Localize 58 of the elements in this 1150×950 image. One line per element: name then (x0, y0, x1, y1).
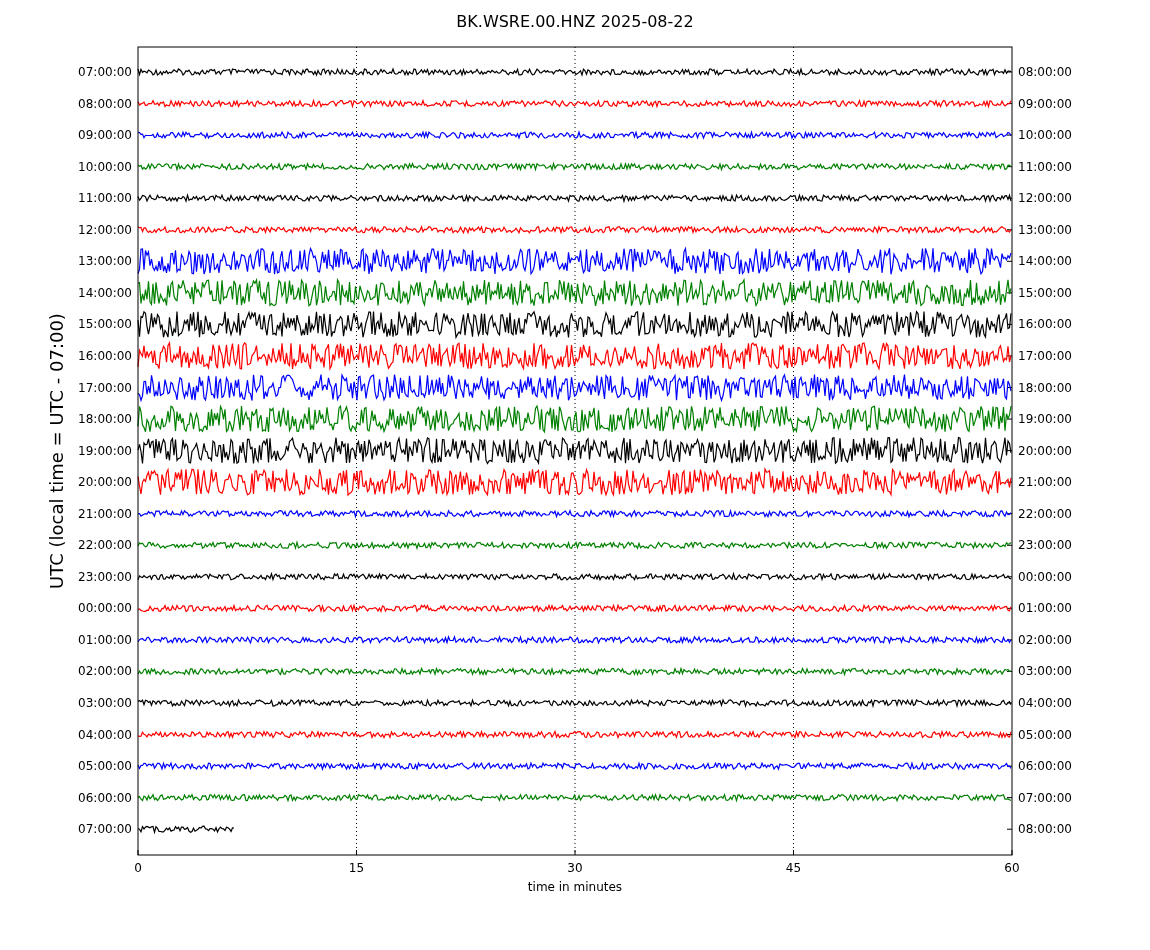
chart-title: BK.WSRE.00.HNZ 2025-08-22 (456, 12, 694, 31)
tick-label: 30 (567, 861, 583, 875)
tick-label: 11:00:00 (1018, 159, 1072, 174)
tick-label: 06:00:00 (78, 790, 132, 805)
tick-label: 15:00:00 (1018, 285, 1072, 300)
tick-label: 60 (1004, 861, 1020, 875)
tick-label: 09:00:00 (1018, 96, 1072, 111)
tick-label: 22:00:00 (78, 538, 132, 553)
tick-label: 20:00:00 (78, 475, 132, 490)
tick-label: 15:00:00 (78, 317, 132, 332)
tick-label: 02:00:00 (1018, 632, 1072, 647)
tick-label: 16:00:00 (78, 348, 132, 363)
tick-label: 00:00:00 (78, 601, 132, 616)
tick-label: 18:00:00 (78, 412, 132, 427)
tick-label: 23:00:00 (78, 569, 132, 584)
tick-label: 21:00:00 (1018, 475, 1072, 490)
tick-label: 14:00:00 (78, 285, 132, 300)
tick-label: 06:00:00 (1018, 759, 1072, 774)
tick-label: 19:00:00 (78, 443, 132, 458)
tick-label: 22:00:00 (1018, 506, 1072, 521)
tick-label: 12:00:00 (78, 222, 132, 237)
tick-label: 09:00:00 (78, 128, 132, 143)
tick-label: 07:00:00 (1018, 790, 1072, 805)
tick-label: 04:00:00 (1018, 696, 1072, 710)
tick-label: 01:00:00 (78, 632, 132, 647)
tick-label: 08:00:00 (78, 96, 132, 111)
tick-label: 17:00:00 (1018, 348, 1072, 363)
tick-label: 05:00:00 (78, 759, 132, 774)
tick-label: 03:00:00 (1018, 664, 1072, 679)
tick-label: 07:00:00 (78, 822, 132, 837)
tick-label: 04:00:00 (78, 727, 132, 742)
tick-label: 10:00:00 (78, 159, 132, 174)
tick-label: 15 (348, 861, 365, 875)
tick-label: 02:00:00 (78, 664, 132, 679)
axis-label: time in minutes (527, 880, 623, 894)
tick-label: 23:00:00 (1018, 538, 1072, 553)
tick-label: 00:00:00 (1018, 569, 1072, 584)
tick-label: 19:00:00 (1018, 412, 1072, 427)
tick-label: 07:00:00 (78, 65, 132, 79)
tick-label: 0 (134, 861, 142, 875)
tick-label: 05:00:00 (1018, 727, 1072, 742)
axis-label: UTC (local time = UTC - 07:00) (46, 313, 67, 589)
tick-label: 13:00:00 (78, 254, 132, 269)
tick-label: 17:00:00 (78, 380, 132, 395)
tick-label: 16:00:00 (1018, 317, 1072, 332)
tick-label: 18:00:00 (1018, 380, 1072, 395)
tick-label: 13:00:00 (1018, 222, 1072, 237)
tick-label: 14:00:00 (1018, 254, 1072, 269)
tick-label: 03:00:00 (78, 696, 132, 710)
tick-label: 12:00:00 (1018, 191, 1072, 206)
tick-label: 45 (785, 861, 802, 875)
tick-label: 20:00:00 (1018, 443, 1072, 458)
tick-label: 11:00:00 (78, 191, 132, 206)
tick-label: 08:00:00 (1018, 65, 1072, 79)
tick-label: 21:00:00 (78, 506, 132, 521)
tick-label: 01:00:00 (1018, 601, 1072, 616)
tick-label: 10:00:00 (1018, 128, 1072, 143)
tick-label: 08:00:00 (1018, 822, 1072, 837)
